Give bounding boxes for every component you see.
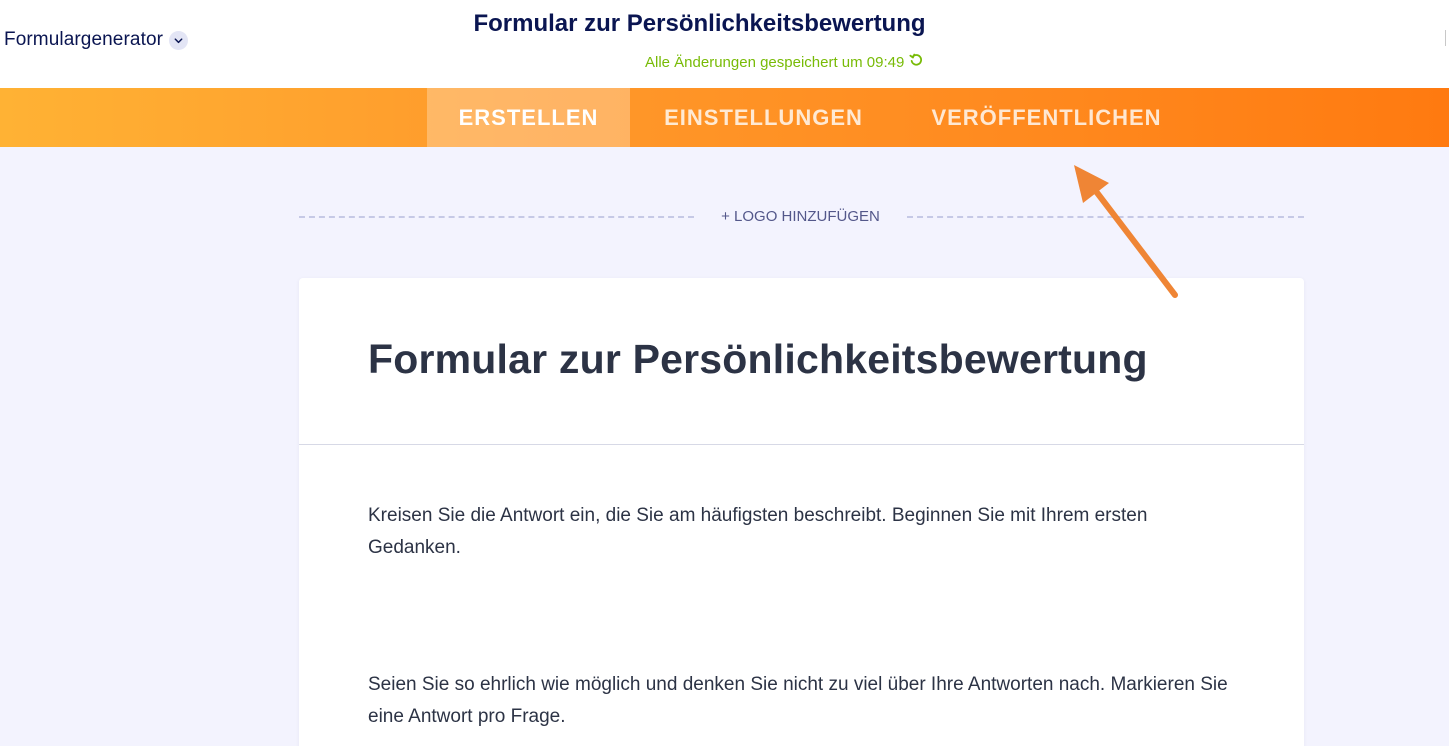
form-heading[interactable]: Formular zur Persönlichkeitsbewertung <box>368 336 1148 383</box>
title-block: Formular zur Persönlichkeitsbewertung <box>0 10 1449 38</box>
form-title[interactable]: Formular zur Persönlichkeitsbewertung <box>0 10 1449 38</box>
logo-row: + LOGO HINZUFÜGEN <box>299 205 1304 227</box>
instruction-paragraph[interactable]: Seien Sie so ehrlich wie möglich und den… <box>368 669 1228 733</box>
form-card: Formular zur Persönlichkeitsbewertung Kr… <box>299 278 1304 746</box>
window-edge <box>1445 30 1449 46</box>
tab-publish[interactable]: VERÖFFENTLICHEN <box>905 88 1188 147</box>
logo-divider-right <box>907 216 1304 218</box>
saved-status-text: Alle Änderungen gespeichert um 09:49 <box>645 53 905 71</box>
tab-create[interactable]: ERSTELLEN <box>427 88 630 147</box>
top-header: Formulargenerator Formular zur Persönlic… <box>0 0 1449 88</box>
refresh-icon <box>909 53 923 71</box>
instruction-paragraph[interactable]: Kreisen Sie die Antwort ein, die Sie am … <box>368 500 1228 564</box>
heading-divider <box>299 444 1304 445</box>
saved-status: Alle Änderungen gespeichert um 09:49 <box>645 53 923 71</box>
tab-settings[interactable]: EINSTELLUNGEN <box>640 88 887 147</box>
logo-divider-left <box>299 216 694 218</box>
builder-nav: ERSTELLEN EINSTELLUNGEN VERÖFFENTLICHEN <box>0 88 1449 147</box>
add-logo-button[interactable]: + LOGO HINZUFÜGEN <box>694 208 907 225</box>
